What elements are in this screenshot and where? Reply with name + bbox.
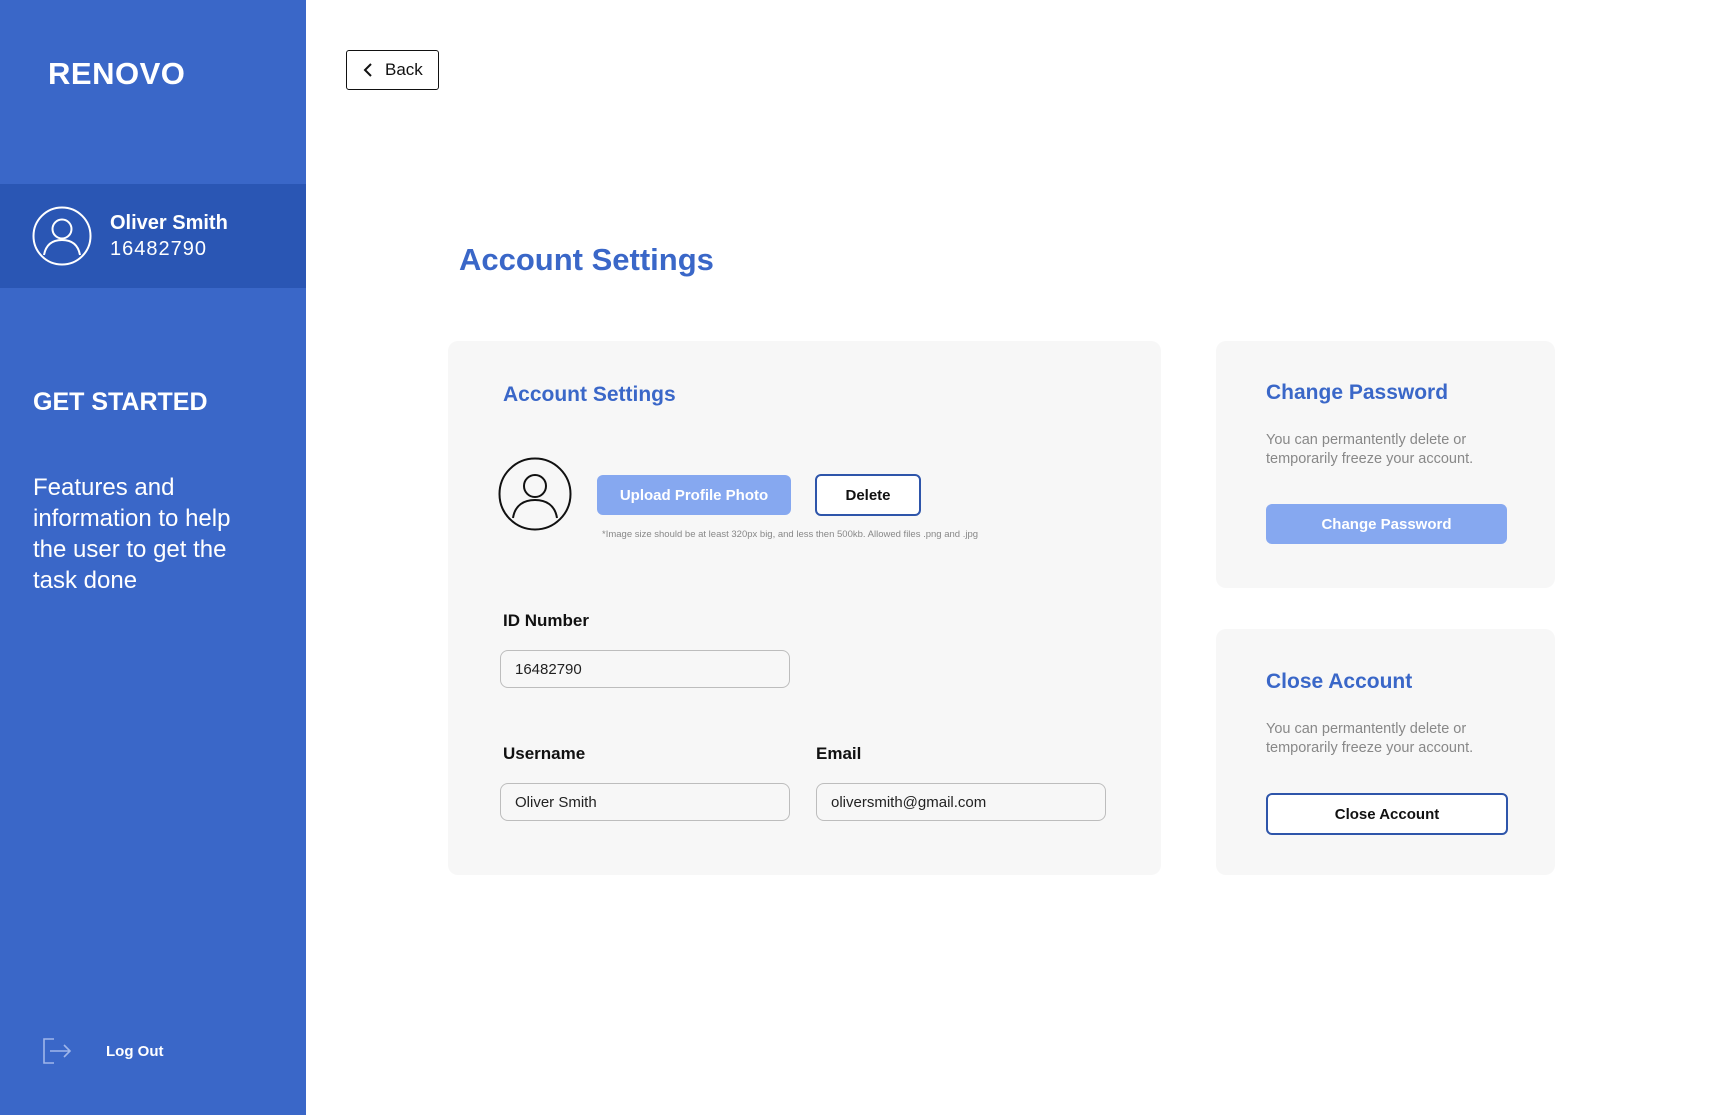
get-started-title: GET STARTED: [33, 388, 208, 416]
change-password-button[interactable]: Change Password: [1266, 504, 1507, 544]
profile-photo-icon: [498, 457, 572, 531]
change-password-description: You can permantently delete or temporari…: [1266, 432, 1474, 467]
logout-icon: [43, 1038, 72, 1064]
email-input[interactable]: [816, 783, 1106, 821]
user-profile[interactable]: Oliver Smith 16482790: [0, 184, 306, 288]
user-name: Oliver Smith: [110, 212, 228, 234]
upload-profile-photo-button[interactable]: Upload Profile Photo: [597, 475, 791, 515]
close-account-button[interactable]: Close Account: [1266, 793, 1508, 835]
app-logo: RENOVO: [48, 56, 186, 91]
sidebar: RENOVO Oliver Smith 16482790 GET STARTED…: [0, 0, 306, 1115]
username-label: Username: [503, 744, 586, 763]
get-started-text: Features and information to help the use…: [33, 474, 231, 594]
change-password-title: Change Password: [1266, 381, 1449, 404]
chevron-left-icon: [363, 63, 372, 77]
page-title: Account Settings: [459, 242, 714, 277]
username-input[interactable]: [500, 783, 790, 821]
change-password-card: Change Password You can permantently del…: [1216, 341, 1555, 588]
delete-photo-button[interactable]: Delete: [815, 474, 921, 516]
id-number-input[interactable]: [500, 650, 790, 688]
logout-button[interactable]: Log Out: [42, 1036, 163, 1066]
image-hint: *Image size should be at least 320px big…: [602, 529, 979, 540]
close-account-description: You can permantently delete or temporari…: [1266, 721, 1474, 756]
close-account-card: Close Account You can permantently delet…: [1216, 629, 1555, 875]
back-label: Back: [385, 60, 423, 79]
logout-label: Log Out: [106, 1042, 164, 1060]
close-account-title: Close Account: [1266, 670, 1413, 693]
user-id: 16482790: [110, 238, 207, 260]
back-button[interactable]: Back: [346, 50, 439, 90]
account-settings-card: Account Settings Upload Profile Photo De…: [448, 341, 1161, 875]
account-settings-card-title: Account Settings: [503, 383, 676, 406]
email-label: Email: [816, 744, 862, 763]
id-number-label: ID Number: [503, 611, 589, 630]
user-circle-icon: [32, 206, 92, 266]
